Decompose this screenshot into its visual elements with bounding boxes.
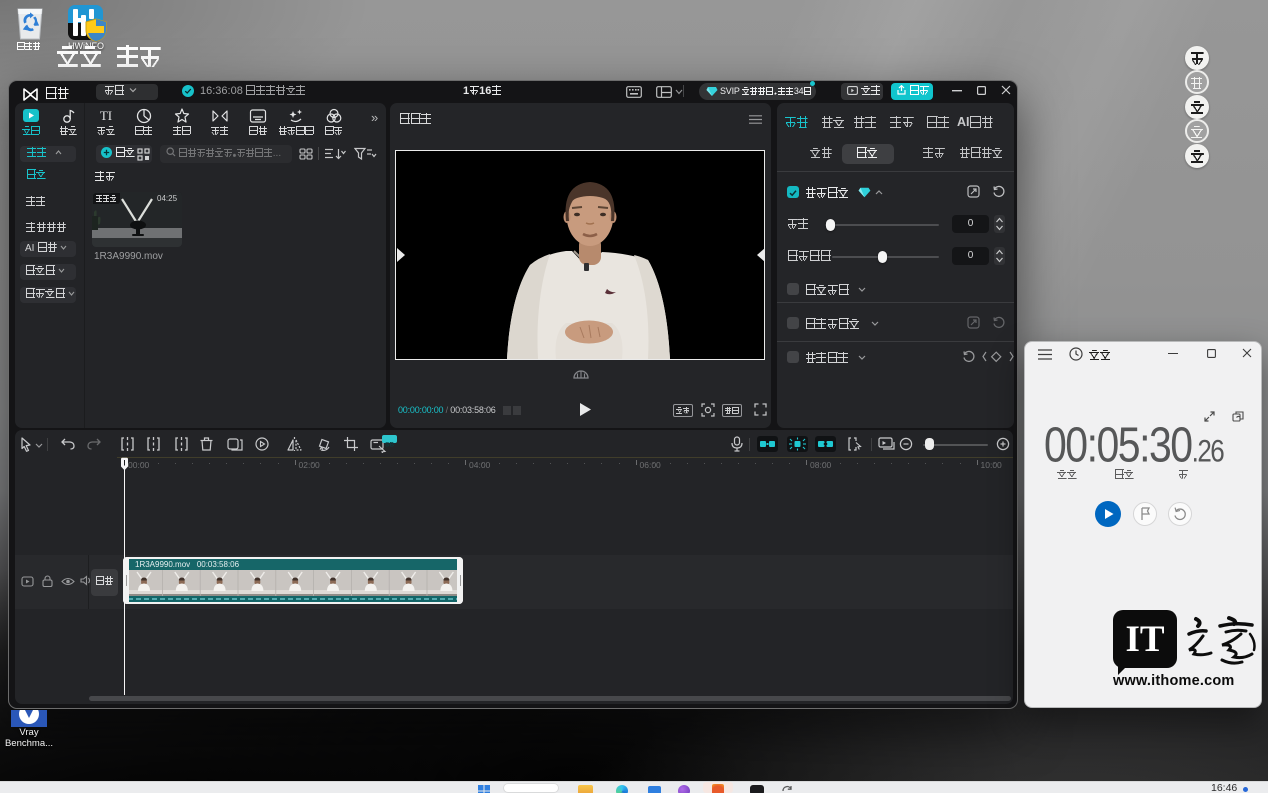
svg-text:SB: SB (385, 442, 394, 449)
svg-text:TI: TI (100, 108, 112, 123)
